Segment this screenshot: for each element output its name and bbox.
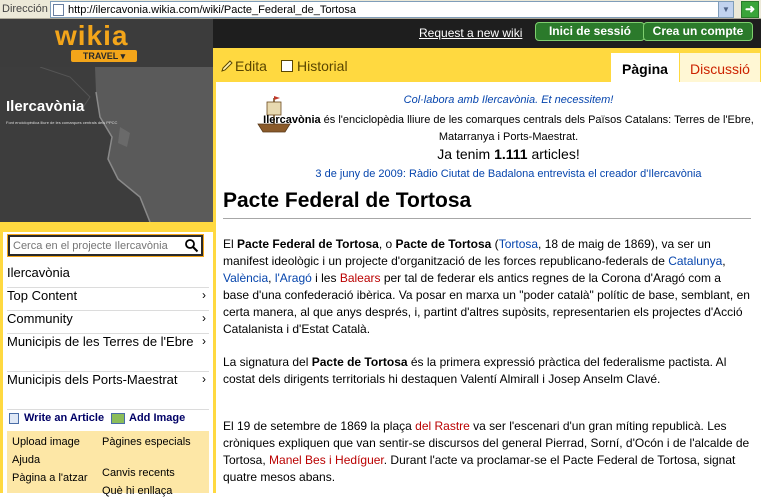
chevron-right-icon: ›: [202, 334, 206, 348]
sidebar-item-ports-maestrat[interactable]: Municipis dels Ports-Maestrat ›: [7, 372, 209, 410]
pencil-icon[interactable]: [221, 60, 233, 72]
sidebar-item-label: Top Content: [7, 288, 78, 303]
sidebar-item-label: Ilercavònia: [7, 265, 70, 280]
chevron-right-icon: ›: [202, 288, 206, 302]
article-paragraph: El 19 de setembre de 1869 la plaça del R…: [223, 419, 750, 484]
link-arago[interactable]: l'Aragó: [275, 271, 312, 285]
login-button[interactable]: Inici de sessió: [535, 22, 645, 41]
sidebar-item-label: Municipis dels Ports-Maestrat: [7, 372, 178, 387]
search-icon[interactable]: [184, 238, 199, 253]
banner-description: Ilercavònia és l'enciclopèdia lliure de …: [216, 112, 761, 146]
add-image-link[interactable]: Add Image: [129, 412, 185, 424]
random-page-link[interactable]: Pàgina a l'atzar: [12, 472, 92, 485]
request-wiki-link[interactable]: Request a new wiki: [419, 26, 522, 40]
go-button[interactable]: ➜: [741, 1, 759, 18]
chevron-right-icon: ›: [202, 372, 206, 386]
sidebar-item-label: Municipis de les Terres de l'Ebre: [7, 334, 194, 349]
address-url[interactable]: http://ilercavonia.wikia.com/wiki/Pacte_…: [68, 4, 356, 16]
sidebar-item-community[interactable]: Community ›: [7, 311, 209, 334]
address-field[interactable]: http://ilercavonia.wikia.com/wiki/Pacte_…: [50, 1, 734, 18]
what-links-here-link[interactable]: Què hi enllaça: [102, 485, 172, 498]
signup-button[interactable]: Crea un compte: [643, 22, 753, 41]
count-suffix: articles!: [527, 146, 580, 162]
link-catalunya[interactable]: Catalunya: [668, 254, 722, 268]
history-link[interactable]: Historial: [297, 58, 348, 74]
link-valencia[interactable]: València: [223, 271, 268, 285]
help-link[interactable]: Ajuda: [12, 454, 40, 467]
link-manel-bes[interactable]: Manel Bes i Hedíguer: [269, 453, 384, 467]
article-count: Ja tenim 1.111 articles!: [216, 146, 761, 162]
add-image-icon[interactable]: [111, 413, 125, 424]
special-pages-link[interactable]: Pàgines especials: [102, 436, 202, 449]
toolbox: Upload image Ajuda Pàgina a l'atzar Pàgi…: [7, 431, 209, 497]
page-icon: [53, 4, 64, 16]
tab-page[interactable]: Pàgina: [611, 53, 679, 82]
link-tortosa[interactable]: Tortosa: [499, 237, 538, 251]
browser-address-bar: Dirección http://ilercavonia.wikia.com/w…: [0, 0, 761, 19]
article-content: Col·labora amb Ilercavònia. Et necessite…: [216, 82, 761, 493]
sidebar-item-terres-ebre[interactable]: Municipis de les Terres de l'Ebre ›: [7, 334, 209, 372]
sidebar-item-label: Community: [7, 311, 73, 326]
banner-site-name: Ilercavònia: [263, 114, 321, 126]
page-tabs: Edita Historial Pàgina Discussió: [213, 48, 761, 82]
page-title: Pacte Federal de Tortosa: [223, 189, 472, 212]
count-value: 1.111: [494, 146, 528, 162]
site-banner[interactable]: Ilercavònia Font enciclopèdica lliure de…: [0, 67, 213, 222]
link-del-rastre[interactable]: del Rastre: [415, 419, 470, 433]
write-article-icon[interactable]: [9, 413, 19, 424]
upload-image-link[interactable]: Upload image: [12, 436, 80, 449]
wikia-logo[interactable]: wikia: [55, 22, 128, 50]
sidebar: Ilercavònia Top Content › Community › Mu…: [0, 232, 209, 497]
sidebar-item-top-content[interactable]: Top Content ›: [7, 288, 209, 311]
banner-news-link[interactable]: 3 de juny de 2009: Ràdio Ciutat de Badal…: [216, 168, 761, 180]
article-actions: Write an Article Add Image: [7, 411, 209, 427]
banner-collaborate[interactable]: Col·labora amb Ilercavònia. Et necessite…: [216, 94, 761, 106]
search-box: [8, 235, 203, 256]
write-article-link[interactable]: Write an Article: [24, 412, 104, 424]
search-input[interactable]: [13, 239, 181, 253]
edit-link[interactable]: Edita: [235, 58, 267, 74]
map-illustration: [0, 67, 213, 222]
arrow-right-icon: ➜: [744, 2, 756, 16]
article-paragraph: La signatura del Pacte de Tortosa és la …: [223, 355, 727, 386]
recent-changes-link[interactable]: Canvis recents: [102, 467, 175, 480]
accent-divider: [0, 222, 213, 232]
chevron-right-icon: ›: [202, 311, 206, 325]
history-icon[interactable]: [281, 60, 293, 72]
chevron-down-icon[interactable]: ▼: [718, 2, 733, 17]
hub-dropdown[interactable]: TRAVEL ▾: [71, 50, 137, 62]
sidebar-item-home[interactable]: Ilercavònia: [7, 265, 209, 288]
wiki-header: wikia TRAVEL ▾: [0, 19, 213, 67]
article-paragraph: El Pacte Federal de Tortosa, o Pacte de …: [223, 237, 750, 336]
site-name: Ilercavònia: [6, 98, 85, 115]
title-divider: [223, 218, 751, 219]
article-frame: Edita Historial Pàgina Discussió Col·lab…: [213, 48, 761, 493]
banner-desc-text: és l'enciclopèdia lliure de les comarque…: [320, 114, 754, 143]
count-prefix: Ja tenim: [437, 146, 495, 162]
link-balears[interactable]: Balears: [340, 271, 381, 285]
user-bar: Request a new wiki Inici de sessió Crea …: [213, 19, 761, 48]
address-label: Dirección: [2, 3, 48, 15]
site-tagline: Font enciclopèdica lliure de les comarqu…: [6, 120, 118, 125]
tab-discussion[interactable]: Discussió: [680, 53, 760, 82]
